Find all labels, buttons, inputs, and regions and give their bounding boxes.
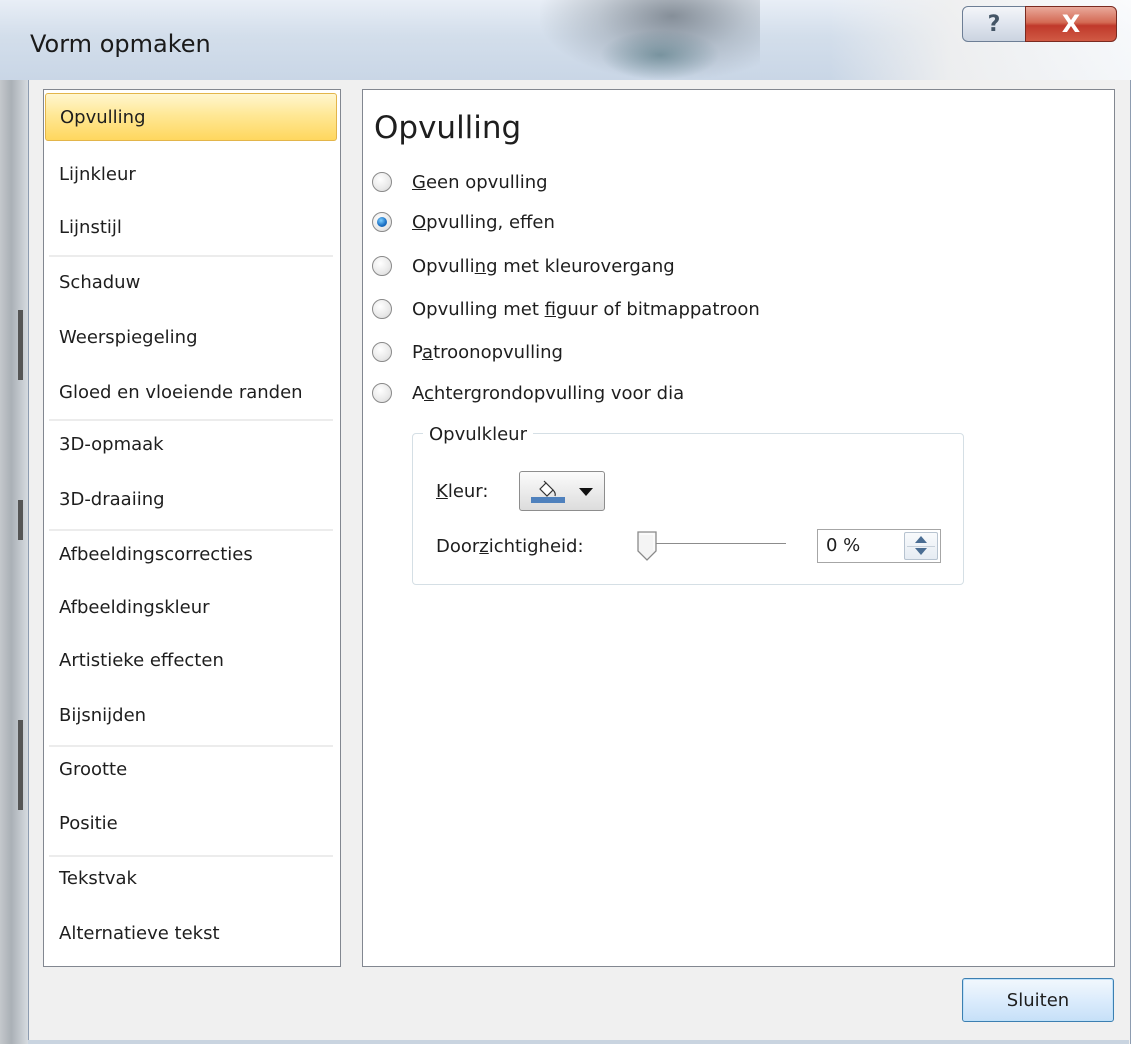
category-item[interactable]: Grootte <box>45 746 337 794</box>
fill-color-dropdown[interactable] <box>519 471 605 511</box>
title-bar[interactable]: Vorm opmaken ? X <box>0 0 1131 81</box>
fill-option-radio[interactable]: Opvulling met figuur of bitmappatroon <box>372 295 760 323</box>
close-window-button[interactable]: X <box>1025 6 1117 42</box>
category-separator <box>49 529 333 531</box>
radio-button[interactable] <box>372 172 392 192</box>
category-separator <box>49 255 333 257</box>
category-item[interactable]: Opvulling <box>45 93 337 141</box>
category-item[interactable]: Bijsnijden <box>45 692 337 740</box>
category-item[interactable]: Artistieke effecten <box>45 637 337 685</box>
radio-button[interactable] <box>372 383 392 403</box>
close-icon: X <box>1061 10 1081 38</box>
window-title: Vorm opmaken <box>30 30 211 58</box>
category-item[interactable]: Schaduw <box>45 259 337 307</box>
background-blur-accent <box>600 30 720 80</box>
transparency-spinbox[interactable]: 0 % <box>817 529 941 563</box>
fill-option-radio[interactable]: Achtergrondopvulling voor dia <box>372 379 684 407</box>
paint-bucket-icon <box>539 480 556 497</box>
fill-option-label: Opvulling met figuur of bitmappatroon <box>412 298 760 320</box>
category-item[interactable]: Positie <box>45 800 337 848</box>
category-item[interactable]: Lijnstijl <box>45 204 337 252</box>
fill-color-group-legend: Opvulkleur <box>423 424 533 445</box>
radio-button[interactable] <box>372 299 392 319</box>
category-item[interactable]: Weerspiegeling <box>45 314 337 362</box>
fill-option-label: Patroonopvulling <box>412 341 563 363</box>
spin-up-icon[interactable] <box>915 536 927 543</box>
category-separator <box>49 419 333 421</box>
fill-option-label: Opvulling met kleurovergang <box>412 255 675 277</box>
window-bottom-frame <box>28 1040 1129 1044</box>
category-item[interactable]: Tekstvak <box>45 855 337 903</box>
category-separator <box>49 745 333 747</box>
current-color-swatch <box>531 497 565 503</box>
fill-option-label: Geen opvulling <box>412 171 548 193</box>
fill-option-radio[interactable]: Geen opvulling <box>372 168 548 196</box>
close-button[interactable]: Sluiten <box>962 978 1114 1022</box>
category-item[interactable]: 3D-draaiing <box>45 476 337 524</box>
help-button[interactable]: ? <box>962 6 1026 42</box>
category-item[interactable]: Gloed en vloeiende randen <box>45 369 337 417</box>
chevron-down-icon <box>579 488 593 496</box>
fill-option-radio[interactable]: Opvulling met kleurovergang <box>372 252 675 280</box>
category-item[interactable]: Alternatieve tekst <box>45 910 337 958</box>
category-item[interactable]: Lijnkleur <box>45 151 337 199</box>
color-label: Kleur: <box>436 481 489 502</box>
category-item[interactable]: Afbeeldingscorrecties <box>45 531 337 579</box>
category-item[interactable]: Afbeeldingskleur <box>45 584 337 632</box>
window-left-frame <box>0 80 28 1044</box>
fill-option-label: Achtergrondopvulling voor dia <box>412 382 685 404</box>
fill-option-radio[interactable]: Opvulling, effen <box>372 208 555 236</box>
transparency-slider-thumb[interactable] <box>635 531 659 561</box>
panel-title: Opvulling <box>374 110 522 146</box>
transparency-label: Doorzichtigheid: <box>436 536 584 557</box>
radio-button[interactable] <box>372 212 392 232</box>
radio-button[interactable] <box>372 342 392 362</box>
spin-down-icon[interactable] <box>915 548 927 555</box>
category-item[interactable]: 3D-opmaak <box>45 421 337 469</box>
spin-buttons[interactable] <box>904 532 938 560</box>
fill-option-label: Opvulling, effen <box>412 211 555 233</box>
category-separator <box>49 855 333 857</box>
help-icon: ? <box>987 11 1001 37</box>
transparency-value[interactable]: 0 % <box>826 535 860 556</box>
fill-option-radio[interactable]: Patroonopvulling <box>372 338 563 366</box>
transparency-slider-track[interactable] <box>640 543 786 544</box>
radio-button[interactable] <box>372 256 392 276</box>
